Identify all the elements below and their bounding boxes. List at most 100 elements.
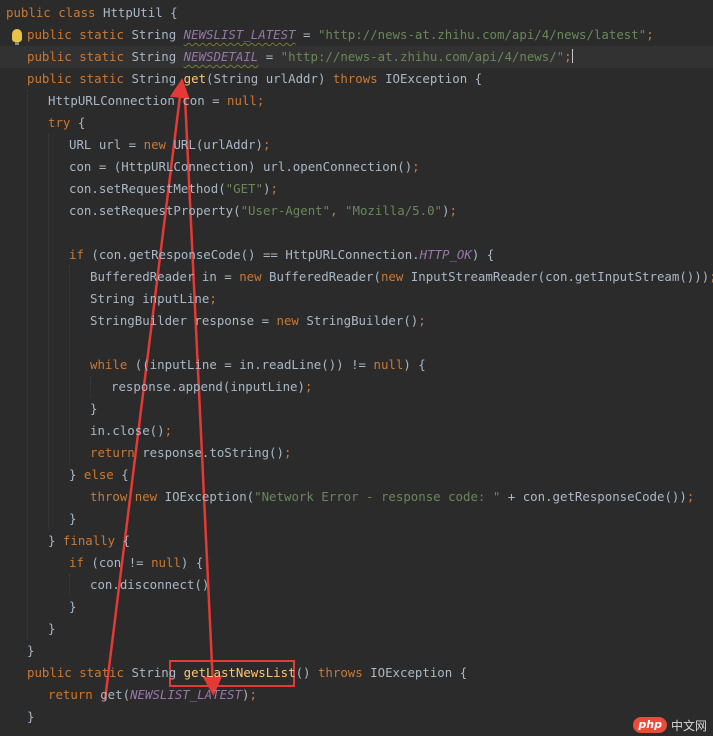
code-line[interactable]: } — [69, 596, 76, 618]
code-token: response.append(inputLine) — [111, 379, 305, 394]
code-token: ; — [564, 49, 572, 64]
code-token: ) { — [471, 247, 495, 262]
code-line[interactable]: if (con != null) { — [69, 552, 203, 574]
code-token: ((inputLine = in.readLine()) != — [134, 357, 374, 372]
code-line[interactable]: } — [48, 618, 55, 640]
code-token: null — [373, 357, 404, 372]
code-token: "GET" — [225, 181, 263, 196]
code-line[interactable]: public static String NEWSLIST_LATEST = "… — [27, 24, 654, 46]
code-token: HTTP_OK — [419, 247, 472, 262]
code-token: IOException( — [164, 489, 255, 504]
code-token: String — [131, 49, 184, 64]
code-token: ) { — [403, 357, 426, 372]
watermark: php 中文网 — [633, 714, 707, 736]
code-line[interactable]: con.setRequestMethod("GET"); — [69, 178, 278, 200]
code-token: ; — [418, 313, 426, 328]
code-line[interactable]: String inputLine; — [90, 288, 217, 310]
code-token: BufferedReader in = — [90, 269, 240, 284]
code-line[interactable]: con.setRequestProperty("User-Agent", "Mo… — [69, 200, 457, 222]
code-token: new — [380, 269, 411, 284]
code-line[interactable]: response.append(inputLine); — [111, 376, 312, 398]
code-line[interactable]: try { — [48, 112, 85, 134]
code-line[interactable]: } — [90, 398, 97, 420]
code-token: get — [183, 71, 207, 86]
code-line[interactable]: URL url = new URL(urlAddr); — [69, 134, 270, 156]
code-token: () — [295, 665, 318, 680]
code-token: (con != — [91, 555, 152, 570]
code-line[interactable]: } — [27, 706, 34, 728]
code-token: con = (HttpURLConnection) url.openConnec… — [69, 159, 413, 174]
code-token: NEWSLIST_LATEST — [130, 687, 242, 702]
code-token: { — [122, 533, 131, 548]
code-token: getLastNewsList — [183, 665, 296, 680]
code-line[interactable]: HttpURLConnection con = null; — [48, 90, 264, 112]
code-line[interactable]: return get(NEWSLIST_LATEST); — [48, 684, 257, 706]
code-token: ; — [412, 159, 420, 174]
code-token: + con.getResponseCode()) — [500, 489, 687, 504]
code-line[interactable]: public static String NEWSDETAIL = "http:… — [0, 46, 713, 68]
code-token: ; — [262, 137, 271, 152]
code-token: ; — [304, 379, 313, 394]
code-token: if — [69, 555, 92, 570]
code-token: get( — [100, 687, 131, 702]
code-token: throws — [317, 665, 371, 680]
code-token: IOException { — [385, 71, 483, 86]
code-token: NEWSDETAIL — [183, 49, 259, 64]
code-line[interactable]: con.disconnect() — [90, 574, 209, 596]
code-token: (con.getResponseCode() == HttpURLConnect… — [91, 247, 420, 262]
code-token: new — [143, 137, 174, 152]
php-logo-icon: php — [633, 717, 667, 733]
code-token: URL url = — [69, 137, 144, 152]
code-token: null; — [227, 93, 265, 108]
code-token: in.close() — [90, 423, 165, 438]
code-line[interactable]: public static String get(String urlAddr)… — [27, 68, 482, 90]
code-token: } — [48, 621, 56, 636]
code-line[interactable]: } — [69, 508, 76, 530]
code-token: con.setRequestMethod( — [69, 181, 226, 196]
code-token: null — [151, 555, 181, 570]
code-token: } — [69, 467, 84, 482]
code-token: = — [295, 27, 318, 42]
code-token: ) { — [180, 555, 204, 570]
code-line[interactable]: in.close(); — [90, 420, 172, 442]
code-token: "User-Agent" — [240, 203, 331, 218]
code-token: } — [27, 643, 35, 658]
code-token: else — [83, 467, 122, 482]
code-line[interactable]: public class HttpUtil { — [6, 2, 178, 24]
code-line[interactable]: while ((inputLine = in.readLine()) != nu… — [90, 354, 426, 376]
code-line[interactable]: BufferedReader in = new BufferedReader(n… — [90, 266, 713, 288]
code-token: "http://news-at.zhihu.com/api/4/news/" — [280, 49, 565, 64]
code-line[interactable]: } finally { — [48, 530, 130, 552]
code-token: return — [48, 687, 101, 702]
code-line[interactable]: public static String getLastNewsList() t… — [27, 662, 467, 684]
code-token: (String urlAddr) — [206, 71, 333, 86]
code-line[interactable]: } — [27, 640, 34, 662]
code-line[interactable]: con = (HttpURLConnection) url.openConnec… — [69, 156, 420, 178]
code-token: = — [258, 49, 281, 64]
code-token: ; — [686, 489, 695, 504]
code-token: ; — [449, 203, 457, 218]
code-token: StringBuilder() — [306, 313, 419, 328]
code-token: response.toString() — [142, 445, 284, 460]
code-token: throw new — [90, 489, 165, 504]
code-token: try — [48, 115, 78, 130]
code-line[interactable]: return response.toString(); — [90, 442, 291, 464]
code-token: ; — [249, 687, 257, 702]
code-token: ; — [646, 27, 654, 42]
code-token: con.setRequestProperty( — [69, 203, 241, 218]
code-token: "http://news-at.zhihu.com/api/4/news/lat… — [317, 27, 647, 42]
code-token: } — [90, 401, 98, 416]
code-token: { — [121, 467, 129, 482]
code-token: { — [77, 115, 86, 130]
code-token: ; — [709, 269, 713, 284]
code-editor[interactable]: php 中文网 public class HttpUtil {public st… — [0, 0, 713, 736]
code-token: String — [131, 27, 184, 42]
code-line[interactable]: throw new IOException("Network Error - r… — [90, 486, 694, 508]
code-token: ; — [283, 445, 292, 460]
code-token: return — [90, 445, 143, 460]
code-line[interactable]: if (con.getResponseCode() == HttpURLConn… — [69, 244, 494, 266]
code-line[interactable]: } else { — [69, 464, 129, 486]
code-line[interactable]: StringBuilder response = new StringBuild… — [90, 310, 426, 332]
code-token: "Network Error - response code: " — [254, 489, 501, 504]
code-token: ; — [209, 291, 217, 306]
